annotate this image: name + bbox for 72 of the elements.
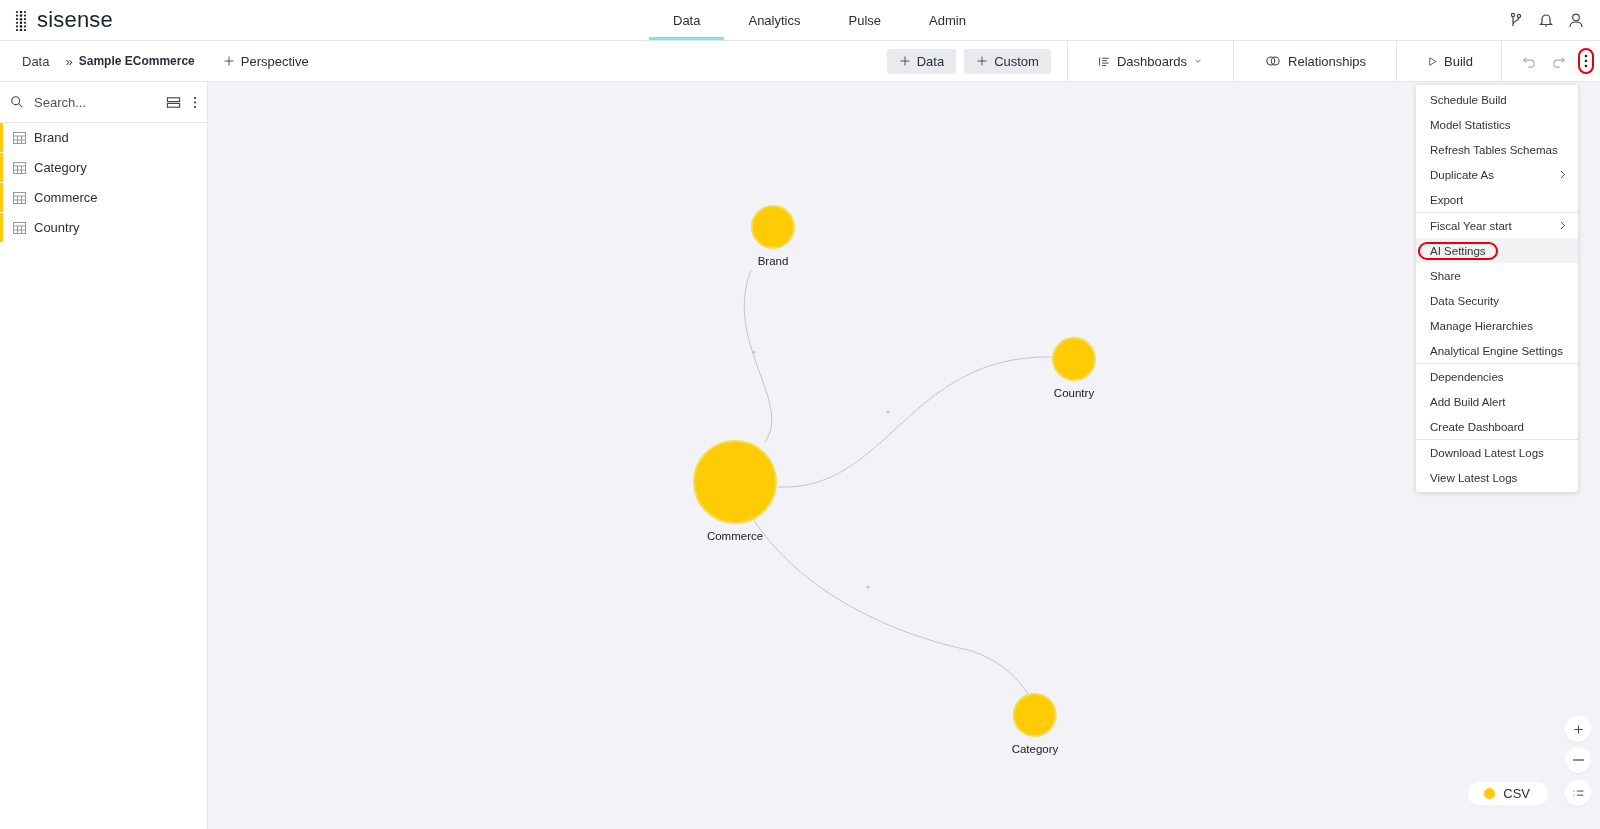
menu-item[interactable]: Duplicate As	[1416, 162, 1578, 187]
table-icon	[13, 161, 26, 174]
link-dot	[866, 585, 870, 589]
relationship-line[interactable]	[743, 269, 773, 443]
menu-item[interactable]: View Latest Logs	[1416, 465, 1578, 490]
menu-item[interactable]: Refresh Tables Schemas	[1416, 137, 1578, 162]
build-button[interactable]: Build	[1419, 49, 1481, 73]
rows-icon	[166, 94, 181, 110]
link-dot	[752, 350, 756, 354]
table-icon	[13, 131, 26, 144]
menu-item[interactable]: Create Dashboard	[1416, 414, 1578, 439]
table-node[interactable]	[751, 205, 795, 249]
undo-icon	[1522, 54, 1536, 68]
menu-item[interactable]: Manage Hierarchies	[1416, 313, 1578, 338]
table-list-item[interactable]: Brand	[34, 130, 69, 145]
logo-icon	[15, 9, 29, 31]
node-label: Country	[1053, 387, 1095, 399]
more-options-button[interactable]	[1578, 48, 1594, 74]
menu-item[interactable]: Data Security	[1416, 288, 1578, 313]
add-perspective-button[interactable]: Perspective	[214, 49, 317, 73]
kebab-icon	[1584, 54, 1588, 68]
nav-tab[interactable]: Analytics	[724, 0, 825, 40]
plus-icon	[898, 55, 911, 67]
table-list-item[interactable]: Country	[34, 220, 80, 235]
table-list-item[interactable]: Commerce	[34, 190, 98, 205]
menu-item[interactable]: Fiscal Year start	[1416, 213, 1578, 238]
relationships-button[interactable]: Relationships	[1256, 49, 1375, 73]
breadcrumb-link[interactable]: Data	[22, 53, 50, 69]
table-list-item[interactable]: Category	[34, 160, 87, 175]
legend-toggle-button[interactable]	[1565, 780, 1591, 806]
menu-item[interactable]: Analytical Engine Settings	[1416, 338, 1578, 363]
menu-item[interactable]: Model Statistics	[1416, 112, 1578, 137]
dashboards-dropdown[interactable]: Dashboards	[1089, 49, 1212, 73]
user-icon	[1568, 12, 1584, 28]
node-label: Commerce	[706, 530, 764, 542]
add-data-button[interactable]: Data	[886, 48, 957, 74]
redo-icon	[1552, 54, 1566, 68]
table-node[interactable]	[1052, 337, 1096, 381]
kebab-icon[interactable]	[193, 95, 197, 109]
rings-icon	[1264, 54, 1283, 68]
relationship-line[interactable]	[777, 356, 1053, 488]
menu-item[interactable]: Export	[1416, 187, 1578, 212]
list-icon	[1097, 54, 1111, 68]
link-dot	[886, 410, 890, 414]
nav-tab[interactable]: Admin	[905, 0, 990, 40]
nav-tab[interactable]: Pulse	[824, 0, 906, 40]
breadcrumb-separator: »	[65, 53, 73, 69]
branch-icon	[1508, 12, 1524, 28]
play-icon	[1427, 55, 1439, 67]
plus-icon	[1571, 722, 1585, 736]
bell-icon	[1538, 12, 1554, 28]
table-icon	[13, 221, 26, 234]
legend-label: CSV	[1503, 786, 1530, 801]
menu-item[interactable]: Add Build Alert	[1416, 389, 1578, 414]
menu-item[interactable]: Download Latest Logs	[1416, 440, 1578, 465]
table-icon	[13, 191, 26, 204]
table-node[interactable]	[1013, 693, 1057, 737]
zoom-out-button[interactable]	[1565, 747, 1591, 773]
menu-item[interactable]: Schedule Build	[1416, 87, 1578, 112]
plus-icon	[976, 55, 989, 67]
breadcrumb-current: Sample ECommerce	[78, 54, 195, 68]
plus-icon	[222, 55, 235, 67]
minus-icon	[1572, 759, 1584, 761]
zoom-in-button[interactable]	[1565, 716, 1591, 742]
node-label: Brand	[757, 255, 789, 267]
add-custom-button[interactable]: Custom	[964, 48, 1051, 74]
logo-text: sisense	[37, 7, 113, 33]
search-icon	[10, 95, 24, 109]
menu-item[interactable]: Share	[1416, 263, 1578, 288]
menu-item[interactable]: Dependencies	[1416, 364, 1578, 389]
menu-item[interactable]: AI Settings	[1416, 238, 1578, 263]
node-label: Category	[1011, 743, 1059, 755]
